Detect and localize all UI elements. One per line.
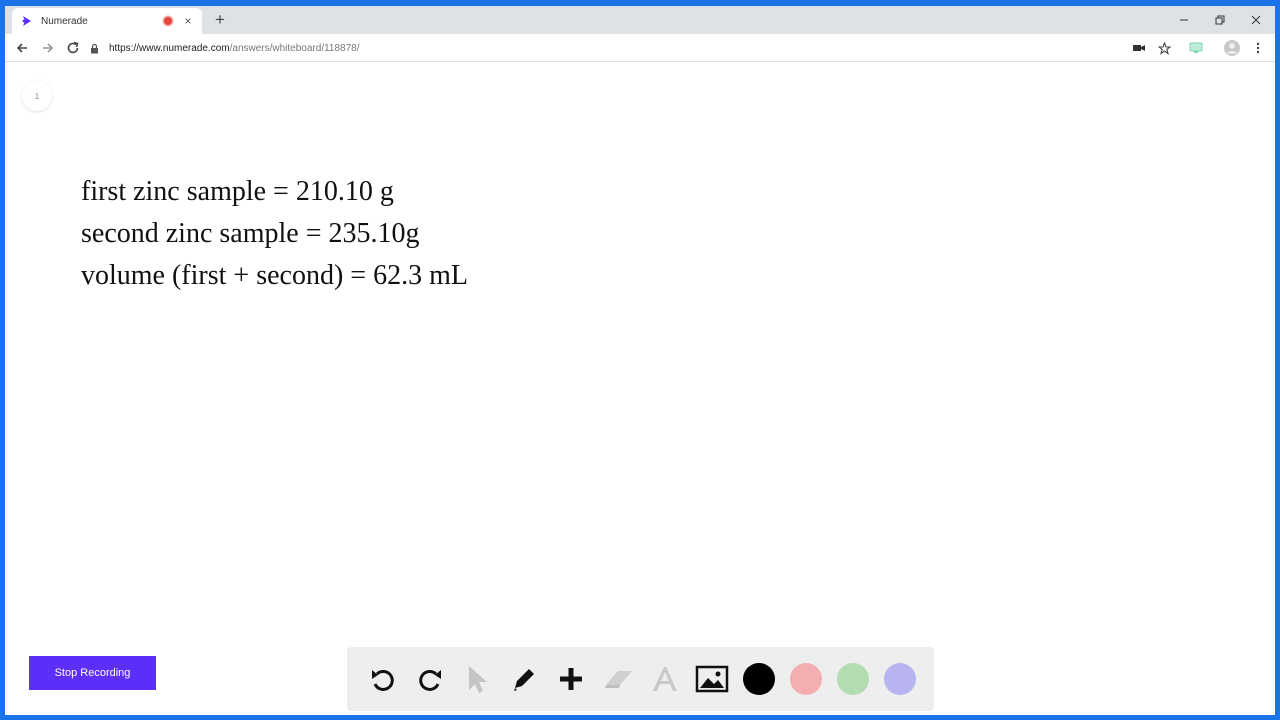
- tab-numerade[interactable]: Numerade ×: [12, 8, 202, 34]
- tab-title: Numerade: [41, 15, 88, 27]
- numerade-logo-icon: [20, 14, 34, 28]
- recording-indicator-icon: [164, 17, 172, 25]
- new-tab-button[interactable]: +: [212, 9, 228, 31]
- add-icon[interactable]: [547, 659, 594, 699]
- extension-icon[interactable]: [1188, 40, 1204, 56]
- color-swatch-green[interactable]: [829, 659, 876, 699]
- profile-avatar-icon[interactable]: [1224, 40, 1240, 56]
- bookmark-star-icon[interactable]: [1156, 40, 1172, 56]
- whiteboard-canvas[interactable]: 1 first zinc sample = 210.10 g second zi…: [5, 63, 1275, 715]
- camera-icon[interactable]: [1131, 40, 1147, 56]
- menu-kebab-icon[interactable]: [1250, 40, 1266, 56]
- stop-recording-button[interactable]: Stop Recording: [29, 656, 156, 690]
- swatch-black-icon: [742, 663, 775, 695]
- drawing-toolbar: [347, 647, 934, 711]
- tab-strip: Numerade × +: [5, 6, 1275, 34]
- eraser-icon[interactable]: [594, 659, 641, 699]
- whiteboard-text: first zinc sample = 210.10 g second zinc…: [81, 171, 468, 297]
- close-tab-icon[interactable]: ×: [182, 15, 194, 27]
- restore-icon[interactable]: [1203, 10, 1237, 30]
- line-second-zinc: second zinc sample = 235.10g: [81, 218, 420, 249]
- url-path: /answers/whiteboard/118878/: [229, 42, 360, 54]
- address-bar[interactable]: https://www.numerade.com/answers/whitebo…: [90, 37, 1120, 59]
- swatch-green-icon: [836, 663, 869, 695]
- swatch-purple-icon: [883, 663, 916, 695]
- reload-icon[interactable]: [64, 39, 82, 57]
- image-icon[interactable]: [688, 659, 735, 699]
- close-window-icon[interactable]: [1239, 10, 1273, 30]
- line-volume: volume (first + second) = 62.3 mL: [81, 260, 468, 291]
- lock-icon: [90, 42, 100, 54]
- color-swatch-pink[interactable]: [782, 659, 829, 699]
- color-swatch-purple[interactable]: [876, 659, 923, 699]
- pointer-icon[interactable]: [453, 659, 500, 699]
- swatch-pink-icon: [789, 663, 822, 695]
- forward-icon[interactable]: [39, 39, 57, 57]
- browser-toolbar: https://www.numerade.com/answers/whitebo…: [5, 34, 1275, 62]
- undo-icon[interactable]: [359, 659, 406, 699]
- pen-icon[interactable]: [500, 659, 547, 699]
- url-host: https://www.numerade.com: [109, 42, 230, 54]
- minimize-icon[interactable]: [1167, 10, 1201, 30]
- color-swatch-black[interactable]: [735, 659, 782, 699]
- line-first-zinc: first zinc sample = 210.10 g: [81, 176, 394, 207]
- back-icon[interactable]: [13, 39, 31, 57]
- redo-icon[interactable]: [406, 659, 453, 699]
- text-icon[interactable]: [641, 659, 688, 699]
- page-number-badge[interactable]: 1: [22, 81, 52, 111]
